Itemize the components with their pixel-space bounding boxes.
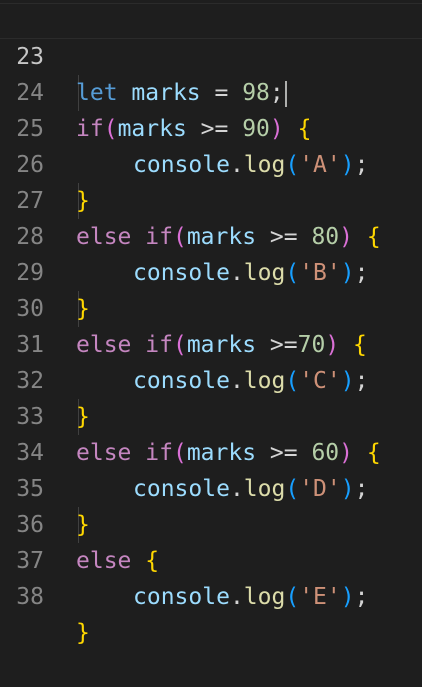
code-line[interactable]: 24 if(marks >= 90) { [0, 39, 422, 142]
semicolon: ; [354, 584, 369, 610]
dot: . [229, 584, 244, 610]
code-line[interactable]: 33 else if(marks >= 60) { [0, 363, 422, 466]
code-line[interactable]: 34 console.log('D'); [0, 399, 422, 502]
line-code[interactable]: console.log('E'); [133, 579, 368, 615]
code-line[interactable]: 29 } [0, 219, 422, 322]
paren-open: ( [285, 584, 300, 610]
code-line[interactable]: 31 console.log('C'); [0, 291, 422, 394]
brace-close: } [76, 620, 90, 646]
code-line[interactable]: 27 else if(marks >= 80) { [0, 147, 422, 250]
code-editor[interactable]: 23 let marks = 98; 24 if(marks >= 90) { … [0, 0, 422, 646]
identifier-console: console [133, 584, 230, 610]
code-line[interactable]: 38 } [0, 543, 422, 646]
code-line[interactable]: 32 } [0, 327, 422, 430]
code-line[interactable]: 25 console.log('A'); [0, 75, 422, 178]
code-line[interactable]: 28 console.log('B'); [0, 183, 422, 286]
code-line[interactable]: 37 console.log('E'); [0, 507, 422, 610]
line-code[interactable]: } [76, 615, 90, 651]
code-line[interactable]: 26 } [0, 111, 422, 214]
code-line[interactable]: 23 let marks = 98; [0, 3, 422, 107]
code-line[interactable]: 36 else { [0, 471, 422, 574]
function-log: log [243, 584, 286, 610]
code-line[interactable]: 35 } [0, 435, 422, 538]
string-literal: 'E' [299, 584, 341, 610]
code-line[interactable]: 30 else if(marks >=70) { [0, 255, 422, 358]
paren-close: ) [340, 584, 355, 610]
line-number: 38 [16, 584, 44, 610]
